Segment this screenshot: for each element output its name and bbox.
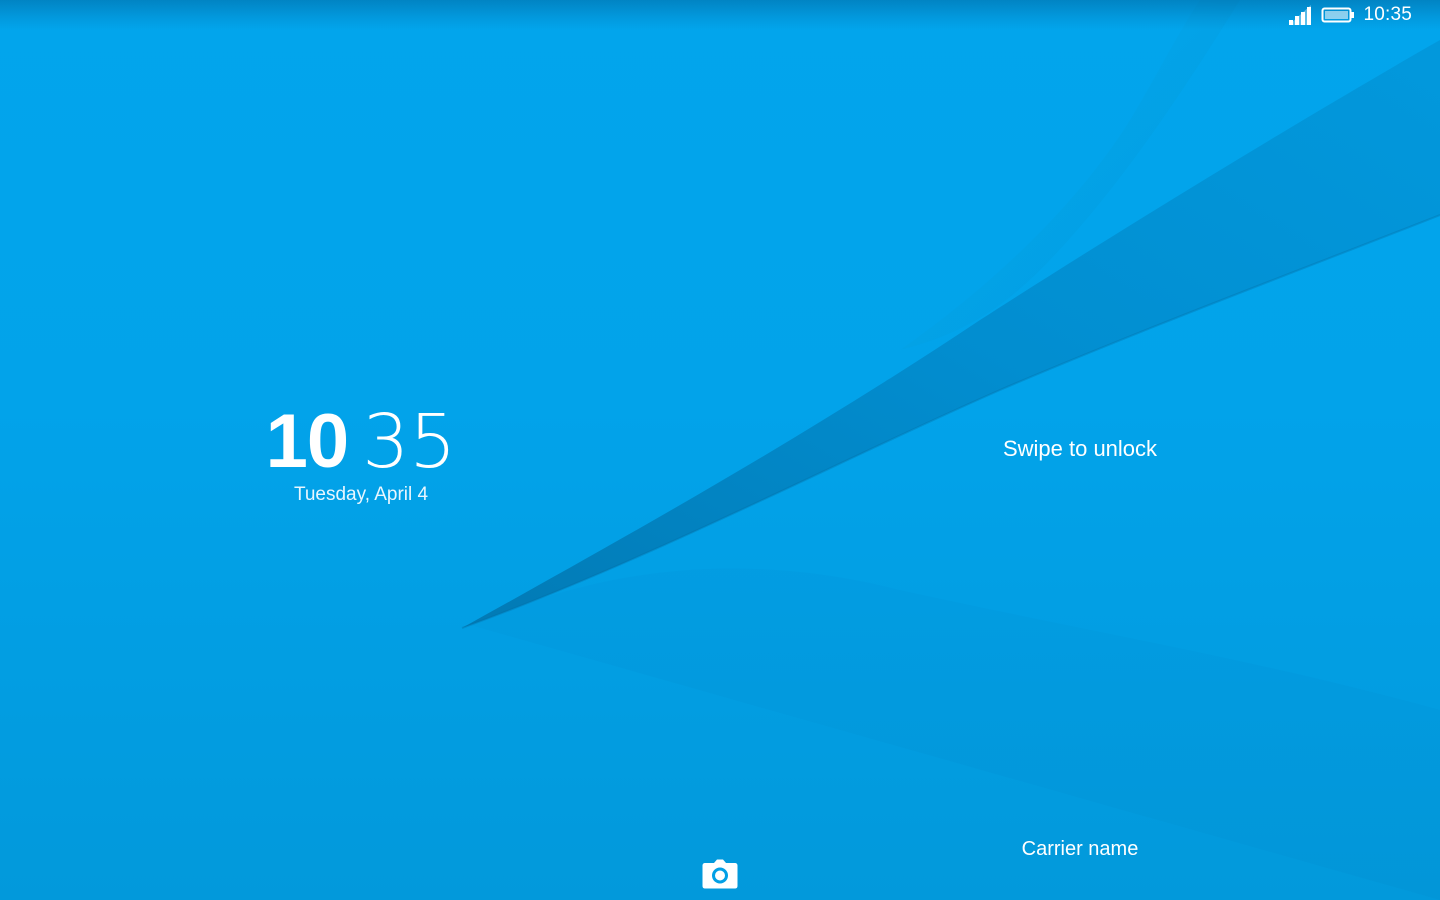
lock-screen-clock: 10 35 Tuesday, April 4	[256, 404, 466, 506]
camera-icon	[702, 859, 738, 889]
battery-icon	[1321, 7, 1355, 23]
swipe-to-unlock-hint[interactable]: Swipe to unlock	[980, 436, 1180, 462]
lock-screen-wallpaper	[0, 0, 1440, 900]
status-bar-time: 10:35	[1363, 4, 1412, 25]
cellular-signal-icon	[1289, 5, 1312, 25]
clock-hours: 10	[265, 399, 350, 484]
wallpaper-wave-graphic	[461, 0, 1440, 900]
clock-date: Tuesday, April 4	[293, 484, 429, 505]
clock-time: 10 35	[256, 404, 466, 480]
carrier-name: Carrier name	[1021, 838, 1139, 860]
clock-minutes: 35	[362, 399, 457, 485]
status-bar: 10:35	[0, 0, 1440, 30]
status-bar-right: 10:35	[1287, 4, 1412, 26]
camera-shortcut-button[interactable]	[696, 852, 744, 896]
